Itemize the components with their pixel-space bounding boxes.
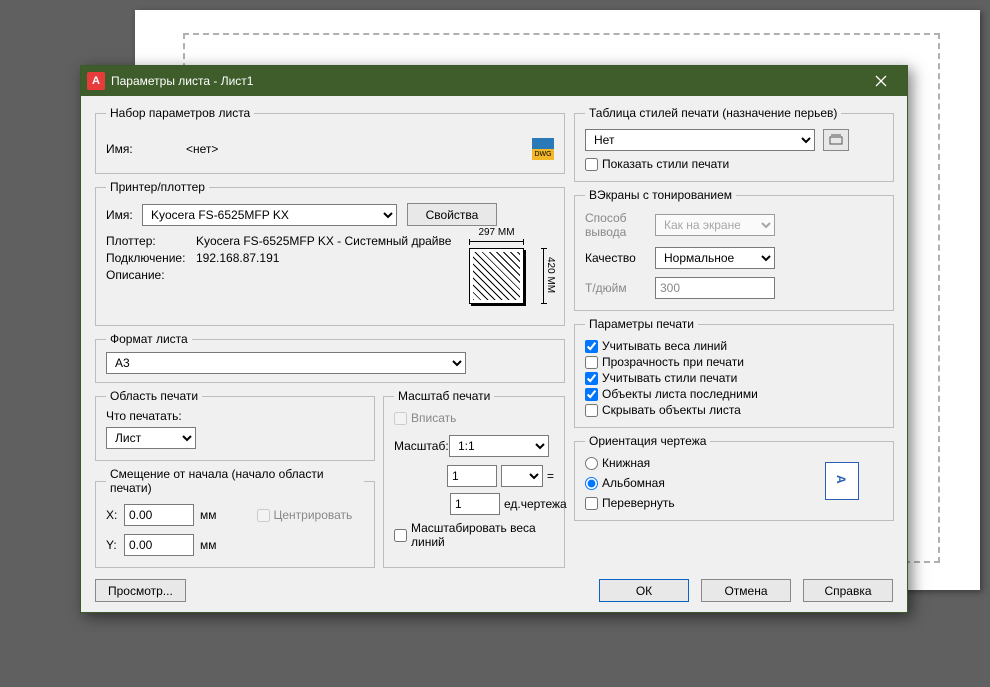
pageset-name-label: Имя: xyxy=(106,142,186,156)
cancel-button[interactable]: Отмена xyxy=(701,579,791,602)
landscape-label: Альбомная xyxy=(602,476,665,490)
opt-plotstyles-checkbox[interactable]: Учитывать стили печати xyxy=(585,371,883,385)
edit-icon xyxy=(829,134,843,146)
plot-area-group: Область печати Что печатать: Лист xyxy=(95,389,375,461)
dpi-input xyxy=(655,277,775,299)
opt-paperspace-last-label: Объекты листа последними xyxy=(602,387,758,401)
titlebar: A Параметры листа - Лист1 xyxy=(81,66,907,96)
dpi-label: Т/дюйм xyxy=(585,281,655,295)
style-table-group: Таблица стилей печати (назначение перьев… xyxy=(574,106,894,182)
quality-label: Качество xyxy=(585,251,655,265)
opt-hide-paperspace-checkbox[interactable]: Скрывать объекты листа xyxy=(585,403,883,417)
dwg-icon: DWG xyxy=(532,138,554,160)
opt-lineweights-checkbox[interactable]: Учитывать веса линий xyxy=(585,339,883,353)
offset-y-label: Y: xyxy=(106,538,124,552)
opt-transparency-checkbox[interactable]: Прозрачность при печати xyxy=(585,355,883,369)
pageset-name-value: <нет> xyxy=(186,142,218,156)
paper-preview: 297 MM 420 MM xyxy=(459,229,554,324)
opt-paperspace-last-checkbox[interactable]: Объекты листа последними xyxy=(585,387,883,401)
close-icon xyxy=(875,75,887,87)
scale-den-units: ед.чертежа xyxy=(504,497,554,511)
offset-y-input[interactable] xyxy=(124,534,194,556)
opt-plotstyles-label: Учитывать стили печати xyxy=(602,371,737,385)
center-checkbox[interactable]: Центрировать xyxy=(257,508,353,522)
offset-legend: Смещение от начала (начало области печат… xyxy=(106,467,364,495)
dialog-body: Набор параметров листа Имя: <нет> DWG Пр… xyxy=(81,96,907,612)
printer-group: Принтер/плоттер Имя: Kyocera FS-6525MFP … xyxy=(95,180,565,326)
opt-transparency-label: Прозрачность при печати xyxy=(602,355,744,369)
options-group: Параметры печати Учитывать веса линий Пр… xyxy=(574,317,894,428)
scale-units-select[interactable]: мм xyxy=(501,465,543,487)
offset-x-label: X: xyxy=(106,508,124,522)
printer-name-select[interactable]: Kyocera FS-6525MFP KX xyxy=(142,204,397,226)
style-table-legend: Таблица стилей печати (назначение перьев… xyxy=(585,106,841,120)
orientation-legend: Ориентация чертежа xyxy=(585,434,710,448)
connection-value: 192.168.87.191 xyxy=(196,251,279,265)
close-button[interactable] xyxy=(861,67,901,95)
show-styles-checkbox[interactable]: Показать стили печати xyxy=(585,157,883,171)
shade-mode-select: Как на экране xyxy=(655,214,775,236)
offset-y-units: мм xyxy=(200,538,217,552)
style-table-edit-button[interactable] xyxy=(823,129,849,151)
shaded-legend: ВЭкраны с тонированием xyxy=(585,188,736,202)
scale-den-input[interactable] xyxy=(450,493,500,515)
shade-mode-label: Способ вывода xyxy=(585,211,655,239)
opt-lineweights-label: Учитывать веса линий xyxy=(602,339,727,353)
plot-area-legend: Область печати xyxy=(106,389,202,403)
what-to-plot-label: Что печатать: xyxy=(106,409,364,423)
connection-label: Подключение: xyxy=(106,251,196,265)
dialog-button-bar: Просмотр... ОК Отмена Справка xyxy=(95,579,893,602)
what-to-plot-select[interactable]: Лист xyxy=(106,427,196,449)
scale-group: Масштаб печати Вписать Масштаб: 1:1 xyxy=(383,389,565,568)
scale-lw-label: Масштабировать веса линий xyxy=(411,521,554,549)
fit-label: Вписать xyxy=(411,411,456,425)
offset-x-input[interactable] xyxy=(124,504,194,526)
center-label: Центрировать xyxy=(274,508,353,522)
fit-to-paper-checkbox[interactable]: Вписать xyxy=(394,411,554,425)
properties-button[interactable]: Свойства xyxy=(407,203,497,226)
scale-legend: Масштаб печати xyxy=(394,389,494,403)
show-styles-label: Показать стили печати xyxy=(602,157,729,171)
opt-hide-paperspace-label: Скрывать объекты листа xyxy=(602,403,741,417)
portrait-label: Книжная xyxy=(602,456,650,470)
ok-button[interactable]: ОК xyxy=(599,579,689,602)
page-setup-dialog: A Параметры листа - Лист1 Набор параметр… xyxy=(80,65,908,613)
pageset-group: Набор параметров листа Имя: <нет> DWG xyxy=(95,106,565,174)
paper-height-label: 420 MM xyxy=(544,247,556,303)
description-label: Описание: xyxy=(106,268,196,282)
pageset-legend: Набор параметров листа xyxy=(106,106,254,120)
paper-size-select[interactable]: A3 xyxy=(106,352,466,374)
preview-button[interactable]: Просмотр... xyxy=(95,579,186,602)
scale-select[interactable]: 1:1 xyxy=(449,435,549,457)
options-legend: Параметры печати xyxy=(585,317,698,331)
help-button[interactable]: Справка xyxy=(803,579,893,602)
quality-select[interactable]: Нормальное xyxy=(655,247,775,269)
app-icon: A xyxy=(87,72,105,90)
paper-size-legend: Формат листа xyxy=(106,332,192,346)
plotter-label: Плоттер: xyxy=(106,234,196,248)
upside-down-label: Перевернуть xyxy=(602,496,675,510)
paper-size-group: Формат листа A3 xyxy=(95,332,565,383)
printer-name-label: Имя: xyxy=(106,208,142,222)
paper-width-label: 297 MM xyxy=(469,227,524,238)
offset-x-units: мм xyxy=(200,508,217,522)
window-title: Параметры листа - Лист1 xyxy=(111,74,861,88)
scale-eq: = xyxy=(547,469,554,483)
orientation-preview-icon: A xyxy=(825,462,859,500)
svg-text:A: A xyxy=(834,475,848,484)
shaded-group: ВЭкраны с тонированием Способ вывода Как… xyxy=(574,188,894,311)
orientation-group: Ориентация чертежа Книжная Альбомная Пер… xyxy=(574,434,894,521)
printer-legend: Принтер/плоттер xyxy=(106,180,209,194)
scale-num-input[interactable] xyxy=(447,465,497,487)
plotter-value: Kyocera FS-6525MFP KX - Системный драйве… xyxy=(196,234,451,248)
scale-lineweights-checkbox[interactable]: Масштабировать веса линий xyxy=(394,521,554,549)
offset-group: Смещение от начала (начало области печат… xyxy=(95,467,375,568)
style-table-select[interactable]: Нет xyxy=(585,129,815,151)
scale-label: Масштаб: xyxy=(394,439,449,453)
